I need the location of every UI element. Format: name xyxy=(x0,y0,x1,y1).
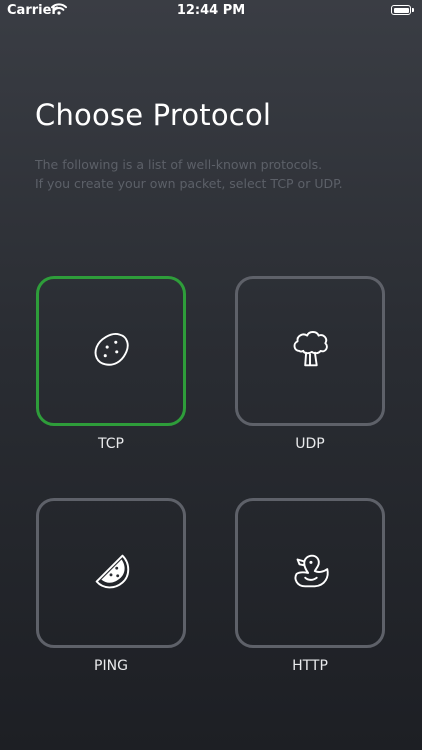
duck-icon xyxy=(287,548,333,598)
battery-icon xyxy=(391,5,414,15)
protocol-card-tcp[interactable] xyxy=(36,276,186,426)
description-line-2: If you create your own packet, select TC… xyxy=(35,176,343,191)
protocol-card-http[interactable] xyxy=(235,498,385,648)
page-title: Choose Protocol xyxy=(35,98,272,132)
status-bar: Carrier 12:44 PM xyxy=(0,0,422,22)
potato-icon xyxy=(88,326,134,376)
broccoli-icon xyxy=(287,326,333,376)
protocol-card-udp[interactable] xyxy=(235,276,385,426)
watermelon-icon xyxy=(88,548,134,598)
page-description: The following is a list of well-known pr… xyxy=(35,155,395,193)
protocol-label-tcp: TCP xyxy=(98,436,124,452)
protocol-label-ping: PING xyxy=(94,658,128,674)
protocol-label-udp: UDP xyxy=(295,436,325,452)
description-line-1: The following is a list of well-known pr… xyxy=(35,157,323,172)
protocol-label-http: HTTP xyxy=(292,658,328,674)
status-time: 12:44 PM xyxy=(176,3,246,18)
protocol-card-ping[interactable] xyxy=(36,498,186,648)
